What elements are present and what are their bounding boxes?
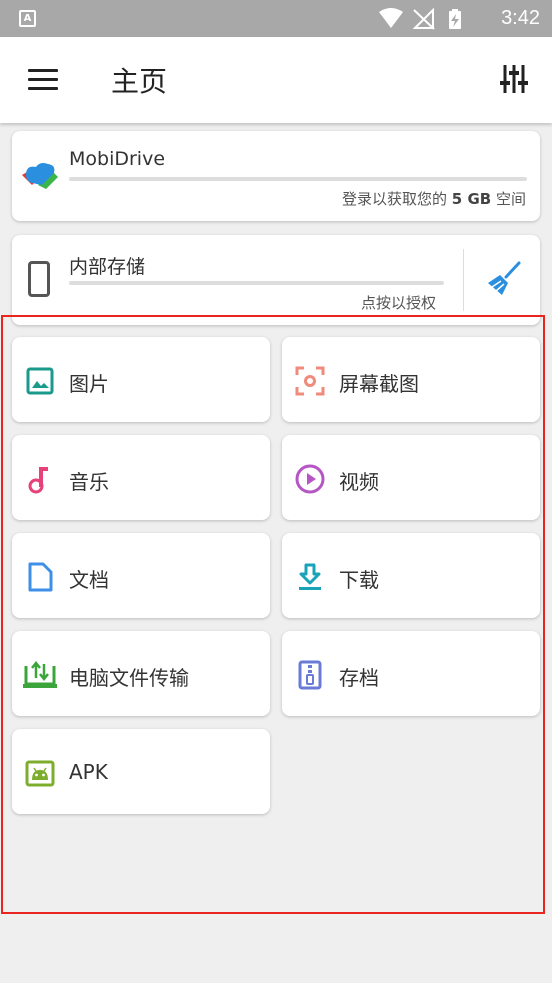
archive-icon xyxy=(298,660,322,690)
storage-subtitle: 点按以授权 xyxy=(361,294,437,312)
divider xyxy=(463,249,464,311)
music-note-icon xyxy=(28,467,48,494)
internal-storage-card[interactable]: 内部存储 点按以授权 xyxy=(12,235,540,325)
phone-icon xyxy=(28,261,50,297)
category-screenshots[interactable]: 屏幕截图 xyxy=(282,337,540,422)
battery-charging-icon xyxy=(449,9,461,29)
status-bar: A 3:42 xyxy=(0,0,552,37)
category-apk[interactable]: APK xyxy=(12,729,270,814)
pc-transfer-icon xyxy=(23,660,57,688)
mobidrive-logo-icon xyxy=(22,163,58,189)
category-label: 存档 xyxy=(339,666,379,690)
category-label: 屏幕截图 xyxy=(339,372,419,396)
play-circle-icon xyxy=(295,464,325,494)
status-icons xyxy=(379,8,461,30)
mobidrive-card[interactable]: MobiDrive 登录以获取您的 5 GB 空间 xyxy=(12,131,540,221)
drive-subtitle: 登录以获取您的 5 GB 空间 xyxy=(342,190,526,208)
equalizer-settings-icon[interactable] xyxy=(500,63,528,95)
category-label: APK xyxy=(69,760,108,784)
download-icon xyxy=(299,563,321,590)
android-icon xyxy=(25,760,55,787)
category-pc-transfer[interactable]: 电脑文件传输 xyxy=(12,631,270,716)
category-images[interactable]: 图片 xyxy=(12,337,270,422)
category-archives[interactable]: 存档 xyxy=(282,631,540,716)
document-icon xyxy=(28,562,53,592)
no-signal-icon xyxy=(412,8,435,30)
category-label: 音乐 xyxy=(69,470,109,494)
category-label: 下载 xyxy=(339,568,379,592)
category-videos[interactable]: 视频 xyxy=(282,435,540,520)
clock: 3:42 xyxy=(501,7,540,29)
storage-usage-bar xyxy=(69,281,444,285)
drive-size: 5 GB xyxy=(451,190,492,208)
app-bar: 主页 xyxy=(0,37,552,123)
category-music[interactable]: 音乐 xyxy=(12,435,270,520)
category-label: 文档 xyxy=(69,568,109,592)
drive-usage-bar xyxy=(69,177,527,181)
notification-icon: A xyxy=(19,10,36,27)
wifi-icon xyxy=(379,8,403,28)
storage-name: 内部存储 xyxy=(69,256,146,278)
image-icon xyxy=(26,367,54,395)
category-documents[interactable]: 文档 xyxy=(12,533,270,618)
category-label: 视频 xyxy=(339,470,379,494)
drive-name: MobiDrive xyxy=(69,148,166,170)
page-title: 主页 xyxy=(111,65,168,98)
broom-icon[interactable] xyxy=(486,261,522,297)
screenshot-icon xyxy=(295,366,325,396)
menu-icon[interactable] xyxy=(28,69,58,91)
category-label: 图片 xyxy=(69,372,109,396)
category-downloads[interactable]: 下载 xyxy=(282,533,540,618)
category-label: 电脑文件传输 xyxy=(69,666,189,690)
